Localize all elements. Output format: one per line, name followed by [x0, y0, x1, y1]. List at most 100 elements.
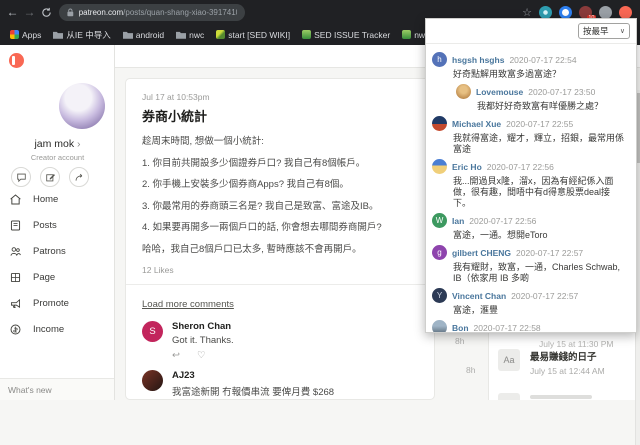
- commenter-avatar[interactable]: [142, 370, 163, 391]
- forward-icon[interactable]: →: [21, 0, 38, 24]
- patreon-logo[interactable]: [9, 53, 24, 68]
- extension-icon-1[interactable]: [539, 6, 552, 19]
- profile-avatar-icon[interactable]: [599, 6, 612, 19]
- like-icon[interactable]: ♡: [197, 350, 206, 361]
- extension-icon-comments[interactable]: 10: [579, 6, 592, 19]
- bookmark-label: start [SED WIKI]: [228, 30, 290, 40]
- comment-time: 2020-07-17 22:54: [509, 55, 576, 65]
- post-card: Jul 17 at 10:53pm 券商小統計 趁周末時間, 想做一個小統計: …: [125, 78, 435, 400]
- commenter-avatar[interactable]: S: [142, 321, 163, 342]
- bookmark-apps[interactable]: Apps: [5, 30, 46, 40]
- url-text: patreon.com/posts/quan-shang-xiao-391741…: [79, 8, 237, 17]
- folder-icon: [123, 31, 133, 39]
- commenter-avatar[interactable]: [456, 84, 471, 99]
- comment-text: 我有耀財，致富，一通，Charles Schwab, IB（依家用 IB 多啲: [453, 262, 628, 284]
- bookmark-folder-ie[interactable]: 从IE 中导入: [48, 29, 115, 41]
- commenter-name[interactable]: hsgsh hsghs: [452, 55, 504, 65]
- reload-icon[interactable]: [41, 7, 52, 18]
- rail-post-item-partial[interactable]: [498, 393, 592, 400]
- bookmark-folder-nwc[interactable]: nwc: [171, 30, 209, 40]
- bookmark-label: SED ISSUE Tracker: [314, 30, 390, 40]
- menu-label: Promote: [33, 298, 69, 309]
- commenter-name[interactable]: AJ23: [172, 370, 334, 381]
- post-paragraph: 3. 你最常用的券商頭三名是? 我自己是致富、富途及IB。: [142, 200, 418, 213]
- bookmark-sed-wiki[interactable]: start [SED WIKI]: [211, 30, 295, 40]
- menu-label: Income: [33, 324, 64, 335]
- sort-order-dropdown[interactable]: 按最早 ∨: [578, 23, 630, 39]
- wiki-icon: [216, 30, 225, 39]
- share-button[interactable]: [69, 167, 89, 187]
- user-name[interactable]: jam mok ›: [0, 138, 115, 150]
- sidebar-item-income[interactable]: Income: [0, 316, 115, 342]
- income-icon: [9, 323, 22, 336]
- commenter-name[interactable]: Eric Ho: [452, 162, 482, 172]
- popup-comment: hhsgsh hsghs2020-07-17 22:54 好奇點解用致富多過富途…: [432, 52, 628, 80]
- commenter-avatar[interactable]: h: [432, 52, 447, 67]
- post-title: 券商小統計: [142, 106, 418, 125]
- commenter-avatar[interactable]: Y: [432, 288, 447, 303]
- sidebar-item-posts[interactable]: Posts: [0, 212, 115, 238]
- comment-time: 2020-07-17 22:58: [474, 323, 541, 333]
- page-icon: [9, 271, 22, 284]
- bookmark-label: 从IE 中导入: [66, 29, 110, 41]
- sidebar-item-patrons[interactable]: Patrons: [0, 238, 115, 264]
- commenter-avatar[interactable]: g: [432, 245, 447, 260]
- commenter-avatar[interactable]: [432, 320, 447, 333]
- comment-text: 我富途新開 冇報價串流 要俾月費 $268: [172, 384, 334, 398]
- messages-button[interactable]: [11, 167, 31, 187]
- text-post-icon: [498, 393, 520, 400]
- sort-label: 按最早: [583, 25, 609, 37]
- commenter-name[interactable]: Sheron Chan: [172, 321, 234, 332]
- commenter-avatar[interactable]: [432, 159, 447, 174]
- address-bar[interactable]: patreon.com/posts/quan-shang-xiao-391741…: [59, 4, 245, 21]
- whats-new-link[interactable]: What's new: [0, 378, 114, 400]
- rail-post-item[interactable]: Aa 最易賺錢的日子 July 15 at 12:44 AM: [498, 349, 605, 376]
- reply-icon[interactable]: ↩: [172, 350, 180, 361]
- comment-text: 我都好好奇致富有咩優勝之處？: [477, 101, 628, 112]
- sidebar-item-home[interactable]: Home: [0, 186, 115, 212]
- sprout-icon: [402, 30, 411, 39]
- rail-partial-timestamp: July 15 at 11:30 PM: [539, 339, 614, 349]
- rail-post-title[interactable]: 最易賺錢的日子: [530, 349, 605, 363]
- menu-label: Page: [33, 272, 55, 283]
- popup-comment-list: hhsgsh hsghs2020-07-17 22:54 好奇點解用致富多過富途…: [426, 44, 636, 333]
- user-avatar[interactable]: [59, 83, 105, 129]
- post-paragraph: 1. 你目前共開設多少個證券戶口? 我自己有8個帳戶。: [142, 157, 418, 170]
- user-role: Creator account: [0, 153, 115, 162]
- menu-label: Home: [33, 194, 58, 205]
- likes-count[interactable]: 12 Likes: [142, 265, 418, 275]
- commenter-name[interactable]: Ian: [452, 216, 464, 226]
- bookmark-issue-tracker[interactable]: SED ISSUE Tracker: [297, 30, 395, 40]
- comment-time: 2020-07-17 22:57: [516, 248, 583, 258]
- popup-comment: WIan2020-07-17 22:56 富途，一通。想開eToro: [432, 213, 628, 241]
- sidebar-item-promote[interactable]: Promote: [0, 290, 115, 316]
- post-paragraph: 4. 如果要再開多一兩個戶口的話, 你會想去哪間券商開戶?: [142, 221, 418, 234]
- apps-grid-icon: [10, 30, 19, 39]
- commenter-name[interactable]: Bon: [452, 323, 469, 333]
- bookmark-star-icon[interactable]: ☆: [522, 6, 532, 19]
- popup-comment: Bon2020-07-17 22:58 我有富途、IB加2家银行，基本上只用富途…: [432, 320, 628, 333]
- folder-icon: [53, 31, 63, 39]
- commenter-avatar[interactable]: W: [432, 213, 447, 228]
- divider: [126, 284, 434, 285]
- commenter-name[interactable]: gilbert CHENG: [452, 248, 511, 258]
- extension-icon-2[interactable]: [559, 6, 572, 19]
- home-icon: [9, 193, 22, 206]
- comment-text: Got it. Thanks.: [172, 335, 234, 346]
- bookmark-folder-android[interactable]: android: [118, 30, 169, 40]
- comment-time: 2020-07-17 22:57: [511, 291, 578, 301]
- share-icon: [74, 172, 85, 183]
- commenter-name[interactable]: Vincent Chan: [452, 291, 506, 301]
- post-paragraph: 趁周末時間, 想做一個小統計:: [142, 135, 418, 148]
- commenter-name[interactable]: Michael Xue: [452, 119, 501, 129]
- sidebar-item-page[interactable]: Page: [0, 264, 115, 290]
- chat-icon: [16, 172, 27, 183]
- back-icon[interactable]: ←: [4, 0, 21, 24]
- browser-menu-icon[interactable]: [619, 6, 632, 19]
- load-more-comments-link[interactable]: Load more comments: [142, 299, 234, 310]
- comment-text: 富途，一通。想開eToro: [453, 230, 628, 241]
- commenter-name[interactable]: Lovemouse: [476, 87, 523, 97]
- compose-button[interactable]: [40, 167, 60, 187]
- commenter-avatar[interactable]: [432, 116, 447, 131]
- chevron-down-icon: ∨: [620, 27, 625, 35]
